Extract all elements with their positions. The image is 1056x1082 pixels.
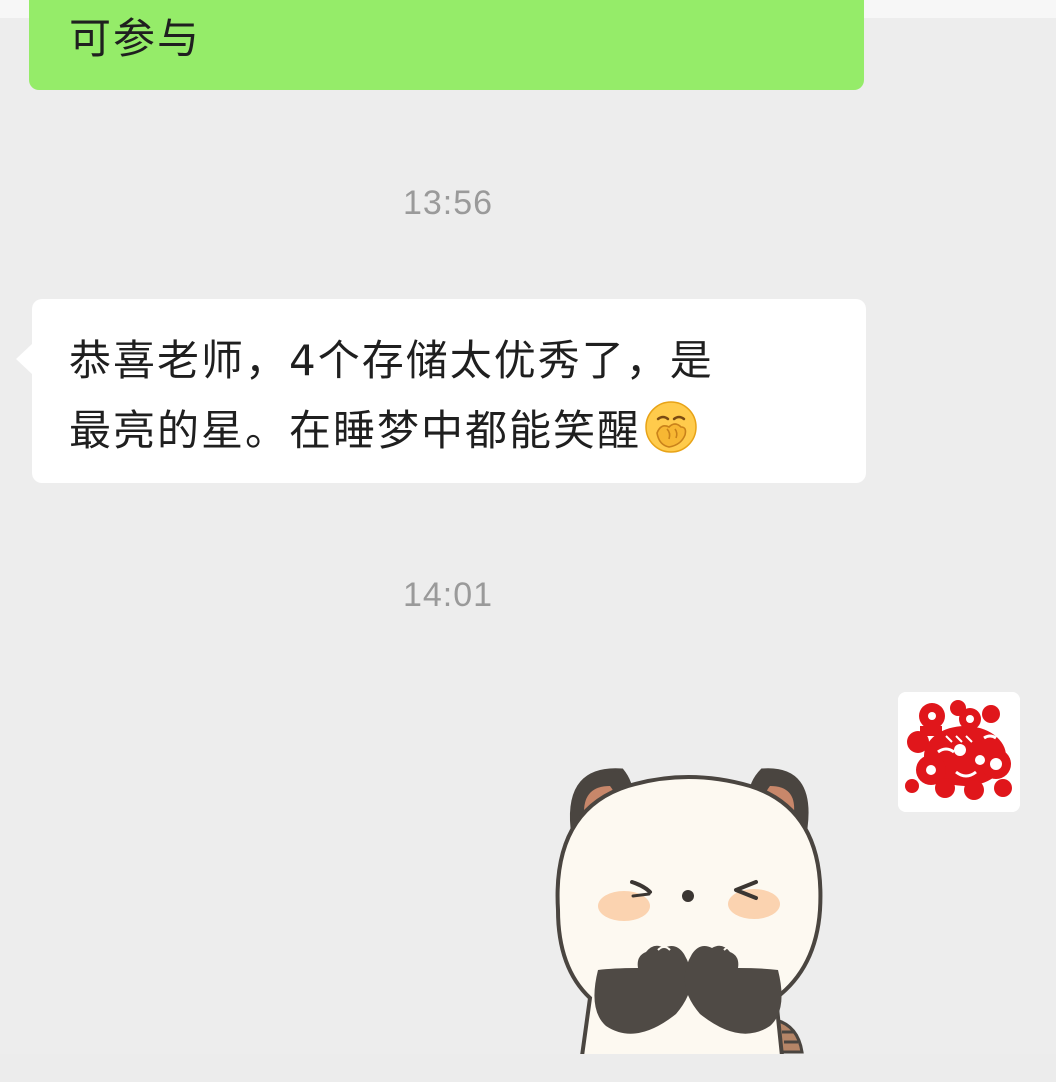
bottom-edge <box>0 1054 1056 1082</box>
sent-message-bubble[interactable]: 可参与 <box>29 0 864 90</box>
timestamp-1401: 14:01 <box>402 576 494 614</box>
chat-message-area[interactable]: 可参与 13:56 恭喜老师，4个存储太优秀了，是 最亮的星。在睡梦中都能笑醒 … <box>0 0 1056 1082</box>
panda-sticker[interactable] <box>538 750 840 1055</box>
received-message-bubble[interactable]: 恭喜老师，4个存储太优秀了，是 最亮的星。在睡梦中都能笑醒 <box>16 299 866 483</box>
panda-giggling-icon <box>555 768 823 1055</box>
received-message-line-2-wrap: 最亮的星。在睡梦中都能笑醒 <box>69 396 836 466</box>
red-papercut-tiger-icon <box>898 692 1020 812</box>
received-message-line-2: 最亮的星。在睡梦中都能笑醒 <box>69 406 642 455</box>
timestamp-1356: 13:56 <box>402 184 494 222</box>
hand-over-mouth-emoji-icon <box>645 401 697 453</box>
user-avatar[interactable] <box>898 692 1020 812</box>
sent-message-text: 可参与 <box>69 14 202 63</box>
received-message-line-1: 恭喜老师，4个存储太优秀了，是 <box>69 336 714 385</box>
